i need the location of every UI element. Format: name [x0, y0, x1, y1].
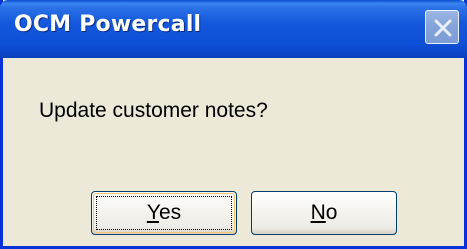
yes-label-rest: es [158, 201, 182, 224]
yes-mnemonic: Y [146, 201, 159, 224]
no-mnemonic: N [310, 201, 326, 224]
no-button-label: No [311, 201, 338, 224]
dialog-message: Update customer notes? [39, 99, 268, 122]
no-button[interactable]: No [251, 191, 397, 235]
yes-button[interactable]: Yes [91, 191, 237, 235]
title-bar[interactable]: OCM Powercall [0, 0, 467, 58]
message-dialog: OCM Powercall Update customer notes? Yes… [0, 0, 467, 249]
dialog-title: OCM Powercall [14, 12, 202, 37]
yes-button-label: Yes [147, 201, 181, 224]
close-button[interactable] [425, 10, 459, 44]
no-label-rest: o [325, 201, 338, 224]
